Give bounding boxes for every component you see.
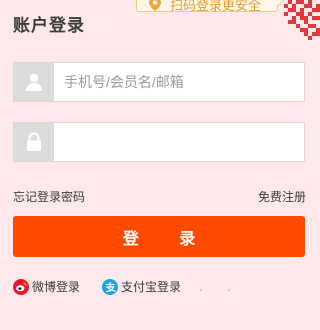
qr-tip-text: 扫码登录更安全 [170,0,262,13]
qr-login-tip[interactable]: 扫码登录更安全 [136,0,278,13]
divider-dot [228,289,230,291]
user-icon [14,63,54,101]
alipay-icon [102,279,118,295]
qr-code-icon[interactable] [284,0,320,42]
weibo-icon [13,279,29,295]
register-link[interactable]: 免费注册 [258,189,306,205]
divider-dot [200,289,202,291]
lock-icon [14,123,54,161]
weibo-login-link[interactable]: 微博登录 [13,279,80,295]
alipay-login-link[interactable]: 支付宝登录 [102,279,181,295]
password-input[interactable] [54,123,304,161]
weibo-login-label: 微博登录 [32,280,81,294]
login-button[interactable]: 登 录 [13,216,305,257]
username-field[interactable] [13,62,305,102]
username-input[interactable] [54,63,304,101]
location-pin-icon [149,0,161,11]
password-field[interactable] [13,122,305,162]
forgot-password-link[interactable]: 忘记登录密码 [13,189,85,205]
alipay-login-label: 支付宝登录 [121,280,182,294]
login-title: 账户登录 [13,16,85,35]
